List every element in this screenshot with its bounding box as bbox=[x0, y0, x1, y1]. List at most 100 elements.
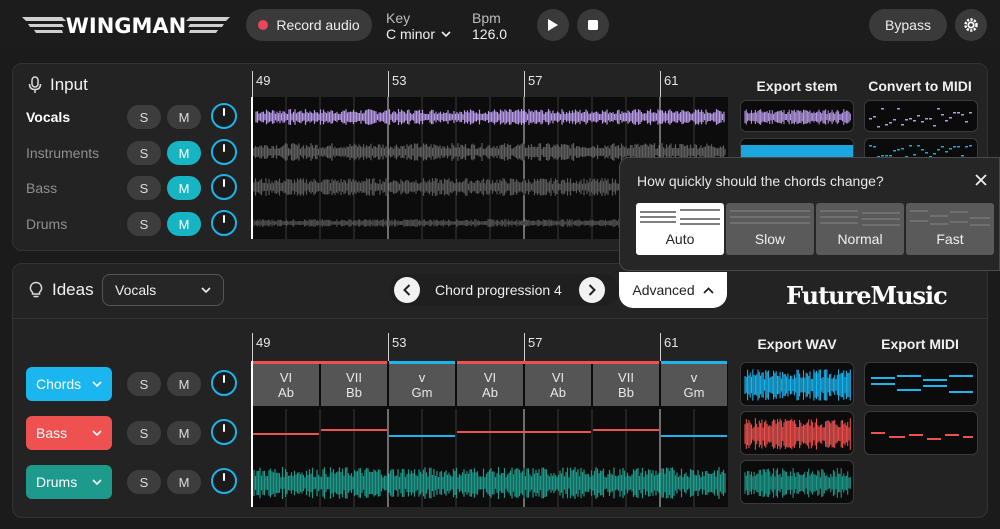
chord-cell[interactable]: VII Bb bbox=[321, 364, 387, 406]
popup-question: How quickly should the chords change? bbox=[637, 173, 884, 189]
solo-button-bass[interactable]: S bbox=[127, 176, 161, 200]
midi-note bbox=[929, 118, 932, 120]
track-label-instruments: Instruments bbox=[26, 145, 100, 161]
midi-note bbox=[933, 125, 936, 127]
volume-knob-drums-idea[interactable] bbox=[211, 468, 237, 494]
option-slow[interactable]: Slow bbox=[726, 203, 814, 255]
chord-cell[interactable]: VII Bb bbox=[593, 364, 659, 406]
logo-text: WINGMAN bbox=[66, 14, 187, 38]
chord-strip bbox=[253, 361, 387, 364]
midi-note bbox=[921, 121, 924, 123]
settings-button[interactable] bbox=[955, 9, 987, 41]
chord-roman: VI bbox=[279, 370, 293, 385]
solo-button-drums[interactable]: S bbox=[127, 212, 161, 236]
midi-note bbox=[869, 145, 872, 147]
midi-note bbox=[871, 377, 895, 379]
mute-button-drums-idea[interactable]: M bbox=[167, 470, 201, 494]
ruler-tick bbox=[524, 71, 525, 97]
track-label-drums: Drums bbox=[26, 216, 68, 232]
ideas-playhead[interactable] bbox=[251, 361, 253, 507]
option-fast[interactable]: Fast bbox=[906, 203, 994, 255]
solo-button-vocals[interactable]: S bbox=[127, 105, 161, 129]
midi-note bbox=[965, 146, 968, 148]
mute-button-instruments[interactable]: M bbox=[167, 141, 201, 165]
midi-note bbox=[957, 112, 960, 114]
midi-note bbox=[889, 122, 892, 124]
stop-button[interactable] bbox=[577, 9, 609, 41]
chord-roman: VII bbox=[346, 370, 362, 385]
export-stem-vocals[interactable] bbox=[740, 100, 854, 132]
midi-note bbox=[905, 119, 908, 121]
volume-knob-bass[interactable] bbox=[211, 174, 237, 200]
chord-cell[interactable]: v Gm bbox=[661, 364, 727, 406]
bpm-value[interactable]: 126.0 bbox=[472, 26, 507, 42]
export-midi-title: Export MIDI bbox=[881, 336, 959, 352]
midi-note bbox=[941, 146, 944, 148]
chord-cell[interactable]: VI Ab bbox=[525, 364, 591, 406]
drums-track-select[interactable]: Drums bbox=[26, 465, 112, 499]
solo-button-instruments[interactable]: S bbox=[127, 141, 161, 165]
volume-knob-instruments[interactable] bbox=[211, 139, 237, 165]
midi-note bbox=[869, 118, 872, 120]
futuremusic-logo: FutureMusic bbox=[786, 281, 948, 310]
chord-cell[interactable]: v Gm bbox=[389, 364, 455, 406]
drums-track-label: Drums bbox=[36, 474, 78, 490]
normal-pattern-icon bbox=[820, 210, 900, 226]
midi-note bbox=[877, 126, 880, 128]
bass-track-select[interactable]: Bass bbox=[26, 416, 112, 450]
export-stem-instruments[interactable] bbox=[740, 138, 854, 158]
ideas-source-select[interactable]: Vocals bbox=[102, 274, 224, 306]
midi-note bbox=[933, 153, 936, 155]
chord-strip bbox=[661, 361, 727, 364]
export-wav-bass[interactable] bbox=[740, 411, 854, 455]
close-icon[interactable] bbox=[974, 173, 988, 187]
convert-midi-vocals[interactable] bbox=[864, 100, 978, 132]
volume-knob-bass-idea[interactable] bbox=[211, 419, 237, 445]
midi-note bbox=[873, 116, 876, 118]
option-auto[interactable]: Auto bbox=[636, 203, 724, 255]
chord-cell[interactable]: VI Ab bbox=[253, 364, 319, 406]
playhead[interactable] bbox=[251, 97, 253, 239]
option-slow-label: Slow bbox=[754, 231, 786, 247]
next-progression-button[interactable] bbox=[579, 277, 605, 303]
bypass-button[interactable]: Bypass bbox=[869, 9, 947, 41]
volume-knob-vocals[interactable] bbox=[211, 103, 237, 129]
midi-note bbox=[909, 118, 912, 120]
mute-button-bass-idea[interactable]: M bbox=[167, 421, 201, 445]
midi-note bbox=[945, 120, 948, 122]
mute-button-bass[interactable]: M bbox=[167, 176, 201, 200]
chord-roman: VII bbox=[618, 370, 634, 385]
midi-note bbox=[897, 108, 900, 110]
ruler-bar-53: 53 bbox=[392, 73, 407, 88]
volume-knob-drums[interactable] bbox=[211, 210, 237, 236]
midi-note bbox=[909, 434, 923, 436]
midi-note bbox=[925, 152, 928, 154]
option-normal[interactable]: Normal bbox=[816, 203, 904, 255]
advanced-button[interactable]: Advanced bbox=[619, 272, 727, 308]
track-label-bass: Bass bbox=[26, 180, 58, 196]
record-audio-button[interactable]: Record audio bbox=[246, 9, 372, 41]
chord-cell[interactable]: VI Ab bbox=[457, 364, 523, 406]
chords-track-select[interactable]: Chords bbox=[26, 367, 112, 401]
previous-progression-button[interactable] bbox=[394, 277, 420, 303]
midi-note bbox=[917, 115, 920, 117]
export-midi-bass[interactable] bbox=[864, 411, 978, 455]
mute-button-vocals[interactable]: M bbox=[167, 105, 201, 129]
volume-knob-chords[interactable] bbox=[211, 370, 237, 396]
option-fast-label: Fast bbox=[936, 231, 964, 247]
mute-button-chords[interactable]: M bbox=[167, 372, 201, 396]
key-select[interactable]: C minor bbox=[386, 26, 451, 42]
export-midi-chords[interactable] bbox=[864, 362, 978, 406]
convert-midi-instruments[interactable] bbox=[864, 138, 978, 158]
midi-note bbox=[893, 119, 896, 121]
export-wav-drums[interactable] bbox=[740, 460, 854, 504]
play-button[interactable] bbox=[537, 9, 569, 41]
mute-button-drums[interactable]: M bbox=[167, 212, 201, 236]
solo-button-bass-idea[interactable]: S bbox=[127, 421, 161, 445]
solo-button-drums-idea[interactable]: S bbox=[127, 470, 161, 494]
ruler-tick bbox=[524, 333, 525, 361]
chevron-right-icon bbox=[588, 284, 596, 296]
ruler-tick bbox=[388, 71, 389, 97]
export-wav-chords[interactable] bbox=[740, 362, 854, 406]
solo-button-chords[interactable]: S bbox=[127, 372, 161, 396]
